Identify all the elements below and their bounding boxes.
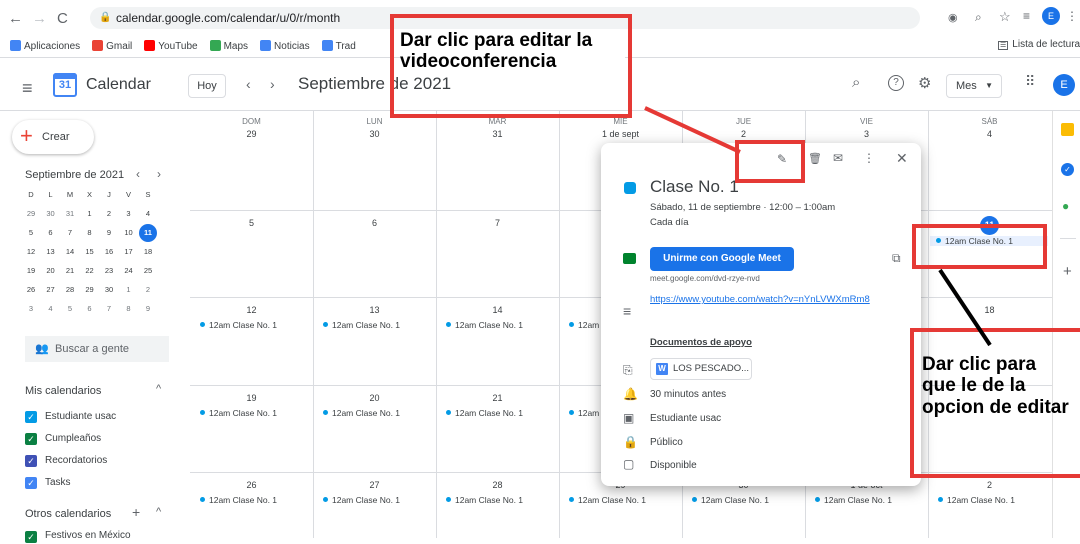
annotation-arrows (644, 106, 992, 347)
arrow-to-pencil (644, 106, 741, 154)
arrow-to-event (938, 268, 992, 347)
